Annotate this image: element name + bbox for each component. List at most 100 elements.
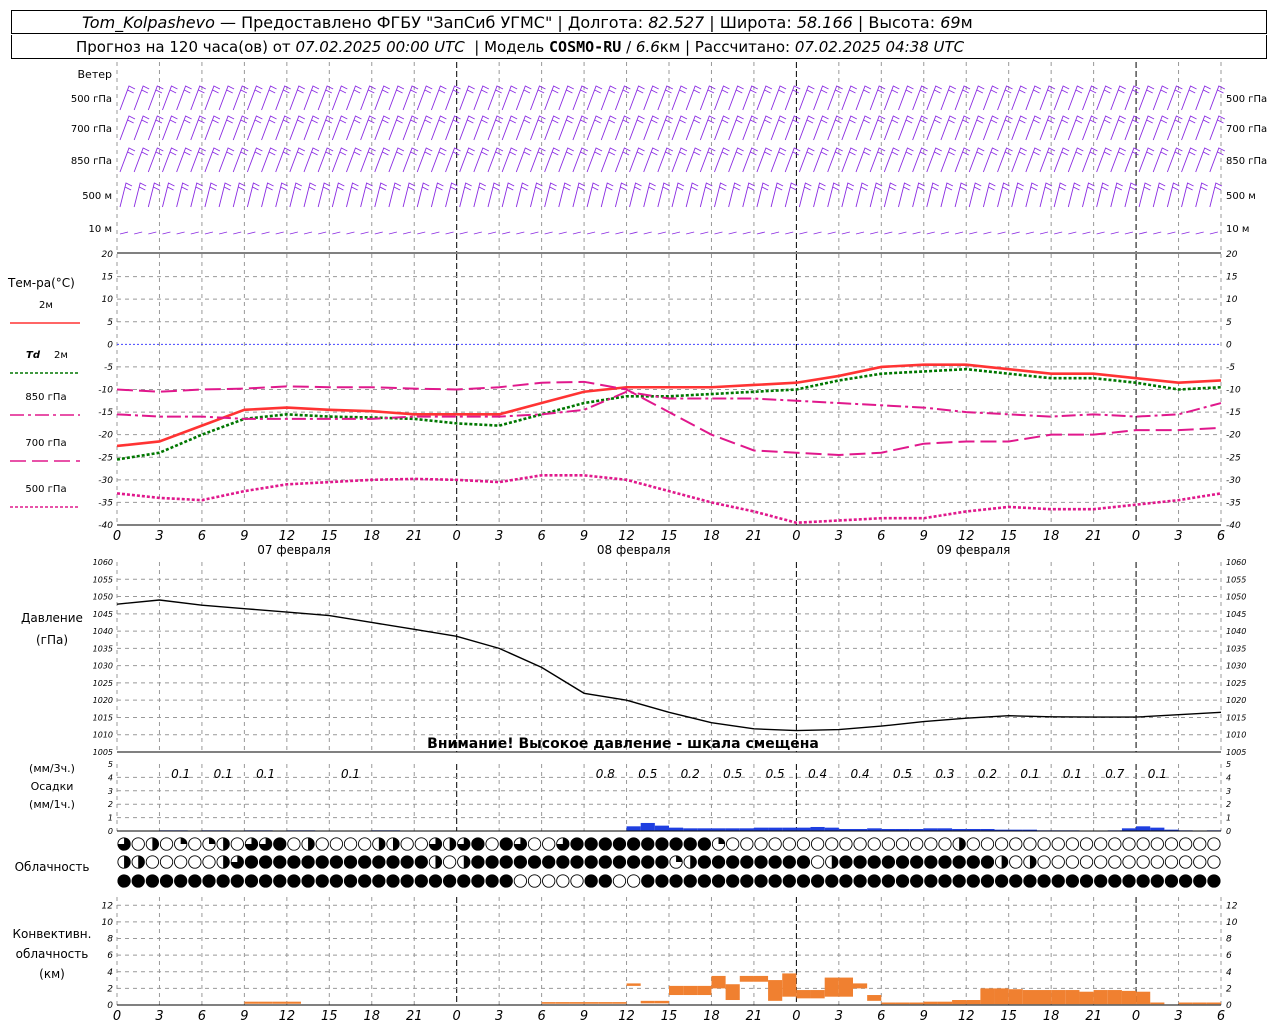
wind-barb	[162, 182, 175, 208]
cloud-symbol	[754, 855, 768, 869]
cloud-symbol	[159, 874, 174, 888]
wind-barb	[473, 147, 490, 173]
wind-barb	[700, 231, 709, 235]
convective-bar	[980, 988, 995, 1005]
wind-barb	[190, 147, 206, 173]
wind-barb	[119, 85, 136, 111]
wind-barb	[798, 147, 815, 173]
convective-bar	[725, 984, 740, 1001]
x-tick-label: 18	[1043, 529, 1060, 544]
wind-barb	[487, 182, 501, 208]
cloud-symbol	[584, 874, 598, 888]
cloud-symbol	[400, 874, 414, 888]
cloud-symbol	[471, 837, 485, 851]
cloud-symbol	[386, 874, 400, 888]
wind-level-label-left: 850 гПа	[71, 156, 112, 167]
wind-barb	[317, 182, 331, 208]
legend-label: 2м	[39, 300, 53, 311]
precip-3h-total: 0.1	[171, 767, 190, 781]
wind-barb	[388, 231, 398, 235]
temp-tick-left: 20	[102, 250, 114, 260]
convective-bar	[895, 1002, 910, 1005]
cloud-symbol	[825, 837, 839, 851]
cloud-symbol	[527, 874, 542, 888]
wind-barb	[487, 147, 504, 173]
cloud-symbol	[782, 837, 796, 851]
cloud-symbol	[513, 874, 528, 888]
cloud-symbol	[881, 855, 896, 869]
cloud-symbol	[216, 874, 230, 888]
cloud-symbol	[343, 855, 358, 869]
wind-barb	[601, 231, 610, 235]
wind-barb	[289, 115, 306, 141]
cloud-symbol	[655, 855, 669, 869]
cloud-symbol	[1023, 874, 1037, 888]
wind-barb	[218, 231, 228, 235]
wind-barb	[813, 147, 829, 173]
temp-panel-label: Тем-ра(°C)	[7, 276, 75, 290]
wind-barb	[1110, 147, 1126, 173]
wind-barb	[954, 182, 968, 208]
wind-barb	[416, 115, 433, 141]
wind-barb	[1138, 231, 1148, 235]
cloud-symbol	[1108, 837, 1122, 851]
cloud-symbol	[641, 874, 655, 888]
cloud-symbol	[414, 855, 428, 869]
wind-barb	[728, 182, 741, 208]
cloud-symbol	[966, 855, 980, 869]
precip-bar	[753, 827, 769, 831]
pres-tick-left: 1030	[93, 662, 113, 671]
cloud-symbol	[301, 855, 315, 869]
cloud-symbol	[825, 874, 839, 888]
conv-tick-left: 8	[107, 935, 113, 945]
pres-tick-right: 1020	[1226, 696, 1246, 705]
temp-tick-left: 5	[107, 318, 113, 328]
wind-barb	[714, 182, 727, 208]
wind-barb	[218, 147, 235, 173]
cloud-symbol	[1094, 855, 1108, 869]
wind-barb	[883, 115, 900, 141]
wind-barb	[855, 85, 872, 111]
wind-barb	[1195, 85, 1211, 111]
wind-barb	[870, 231, 879, 235]
precip-bar	[626, 826, 641, 831]
cloud-symbol	[230, 874, 244, 888]
wind-barb	[671, 147, 688, 173]
cloud-symbol	[414, 874, 428, 888]
precip-bar	[640, 822, 655, 831]
wind-barb	[303, 85, 320, 111]
x-tick-label: 12	[279, 529, 296, 544]
wind-barb	[714, 115, 730, 141]
wind-barb	[133, 182, 147, 208]
cloud-symbol	[754, 837, 768, 851]
wind-barb	[883, 85, 900, 111]
wind-barb	[685, 182, 699, 208]
wind-barb	[671, 115, 688, 141]
precip-tick-right: 0	[1226, 827, 1231, 836]
legend-label: 850 гПа	[25, 392, 66, 403]
temp-tick-left: 10	[102, 295, 114, 305]
wind-barb	[954, 231, 964, 235]
cloud-fill-half	[393, 837, 400, 851]
cloud-symbol	[258, 855, 273, 869]
cloud-symbol	[315, 855, 329, 869]
cloud-symbol	[1009, 874, 1023, 888]
wind-barb	[954, 85, 971, 111]
cloud-symbol	[131, 837, 145, 851]
cloud-symbol	[881, 874, 896, 888]
convective-bar	[286, 1001, 301, 1004]
wind-barb	[317, 147, 334, 173]
wind-barb	[303, 115, 320, 141]
wind-barb	[430, 85, 447, 111]
day-label: 08 февраля	[597, 543, 671, 557]
cloud-symbol	[839, 837, 853, 851]
convective-bar	[952, 1000, 967, 1005]
wind-barb	[119, 115, 136, 141]
cloud-symbol	[329, 837, 344, 851]
wind-barb	[940, 231, 950, 235]
cloud-symbol	[1051, 837, 1065, 851]
cloud-symbol	[1051, 874, 1065, 888]
cloud-symbol	[768, 855, 782, 869]
cloud-symbol	[570, 855, 584, 869]
convective-bar	[541, 1002, 556, 1004]
